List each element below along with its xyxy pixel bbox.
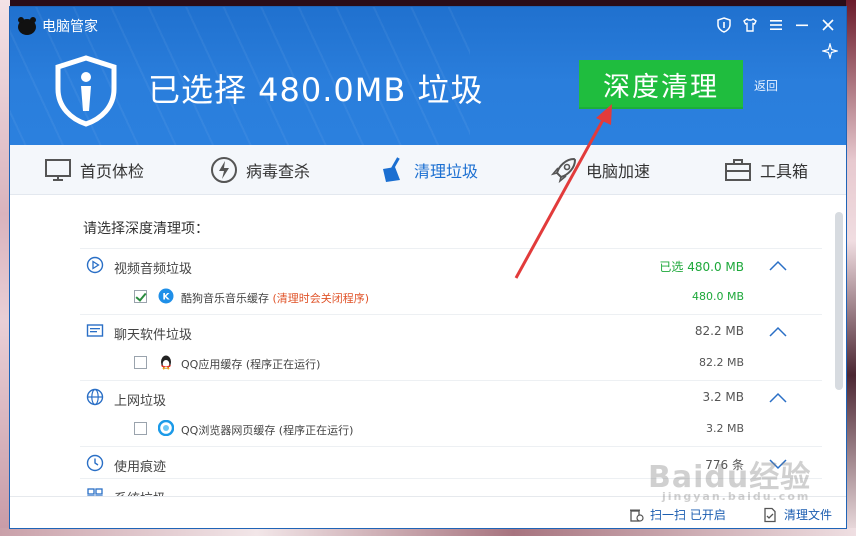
minimize-button[interactable]	[792, 15, 812, 35]
section-title: 请选择深度清理项：	[83, 221, 209, 237]
item-warning-note: (清理时会关闭程序)	[272, 292, 370, 305]
window-controls	[714, 15, 838, 35]
tshirt-icon	[743, 18, 757, 32]
category-row-video-audio[interactable]: 视频音频垃圾 已选 480.0 MB	[80, 248, 822, 280]
chevron-up-icon[interactable]	[768, 322, 788, 340]
close-button[interactable]	[818, 15, 838, 35]
category-size: 已选 480.0 MB	[659, 260, 744, 274]
deep-clean-list: 请选择深度清理项： 视频音频垃圾 已选 480.0 MB K 酷狗音乐音乐缓存 …	[10, 196, 846, 496]
nav-label: 清理垃圾	[414, 162, 479, 181]
selected-junk-headline: 已选择 480.0MB 垃圾	[148, 71, 484, 109]
clean-files-label: 清理文件	[784, 508, 833, 522]
close-icon	[822, 19, 834, 31]
minimize-icon	[796, 24, 808, 27]
nav-item-toolbox[interactable]: 工具箱	[724, 145, 808, 195]
broom-icon	[383, 157, 400, 182]
item-row-qq-cache[interactable]: QQ应用缓存 (程序正在运行) 82.2 MB	[80, 346, 822, 378]
pc-manager-window: 电脑管家 已选择 480.0MB 垃圾 深度清理 返回 首页体检 病毒查杀 清理…	[9, 6, 847, 529]
nav-label: 电脑加速	[586, 162, 651, 181]
watermark-url: jingyan.baidu.com	[662, 490, 811, 503]
clean-files-link[interactable]: 清理文件	[762, 506, 832, 523]
category-label: 使用痕迹	[114, 460, 167, 475]
shield-logo-icon	[55, 55, 117, 127]
clock-icon	[86, 454, 104, 472]
item-checkbox[interactable]	[134, 356, 147, 369]
qq-browser-icon	[158, 420, 174, 436]
category-size: 82.2 MB	[694, 324, 744, 338]
header-banner: 电脑管家 已选择 480.0MB 垃圾 深度清理 返回	[10, 7, 846, 145]
nav-label: 工具箱	[760, 162, 809, 181]
chevron-up-icon[interactable]	[768, 256, 788, 274]
category-row-chat[interactable]: 聊天软件垃圾 82.2 MB	[80, 314, 822, 346]
nav-item-home-checkup[interactable]: 首页体检	[44, 145, 144, 195]
svg-text:K: K	[163, 293, 171, 303]
item-label-text: 酷狗音乐音乐缓存	[181, 292, 269, 305]
globe-icon	[86, 388, 104, 406]
shield-small-icon	[717, 17, 731, 33]
item-checkbox[interactable]	[134, 422, 147, 435]
baidu-watermark: Baidu经验 jingyan.baidu.com	[648, 452, 811, 503]
nav-label: 首页体检	[80, 162, 145, 181]
item-size: 82.2 MB	[698, 356, 744, 369]
list-scrollbar[interactable]	[835, 212, 843, 390]
lightning-icon	[211, 157, 237, 183]
nav-item-virus-scan[interactable]: 病毒查杀	[210, 145, 310, 195]
trash-clock-icon	[630, 509, 644, 522]
desktop-background-bottom	[0, 528, 856, 536]
category-label: 系统垃圾	[114, 488, 166, 496]
category-label: 聊天软件垃圾	[114, 328, 193, 343]
category-label: 上网垃圾	[114, 394, 167, 409]
nav-item-speed-up[interactable]: 电脑加速	[550, 145, 650, 195]
category-label: 视频音频垃圾	[114, 262, 193, 277]
item-label: QQ浏览器网页缓存 (程序正在运行)	[181, 424, 354, 437]
chat-window-icon	[86, 324, 104, 337]
item-row-qq-browser-cache[interactable]: QQ浏览器网页缓存 (程序正在运行) 3.2 MB	[80, 412, 822, 444]
qq-penguin-icon	[161, 355, 171, 370]
app-logo-icon	[18, 17, 36, 35]
title-bar: 电脑管家	[16, 15, 98, 37]
scan-status-link[interactable]: 扫一扫 已开启	[628, 506, 726, 523]
monitor-icon	[45, 159, 71, 181]
category-row-internet[interactable]: 上网垃圾 3.2 MB	[80, 380, 822, 412]
nav-item-clean-junk[interactable]: 清理垃圾	[378, 145, 478, 195]
shield-menu-button[interactable]	[714, 15, 734, 35]
back-link[interactable]: 返回	[754, 77, 778, 94]
deep-clean-button[interactable]: 深度清理	[579, 60, 743, 109]
hamburger-icon	[770, 20, 782, 30]
skin-button[interactable]	[740, 15, 760, 35]
rocket-icon	[550, 157, 577, 184]
kugou-icon: K	[158, 288, 174, 304]
desktop-background-right	[846, 0, 856, 536]
play-circle-icon	[86, 256, 104, 274]
windows-icon	[87, 488, 103, 496]
file-clean-icon	[764, 507, 776, 522]
nav-label: 病毒查杀	[246, 162, 311, 181]
item-checkbox[interactable]	[134, 290, 147, 303]
app-title: 电脑管家	[42, 19, 98, 35]
item-row-kugou-cache[interactable]: K 酷狗音乐音乐缓存 (清理时会关闭程序) 480.0 MB	[80, 280, 822, 312]
item-size: 3.2 MB	[705, 422, 744, 435]
main-nav: 首页体检 病毒查杀 清理垃圾 电脑加速 工具箱	[10, 145, 846, 195]
item-label: QQ应用缓存 (程序正在运行)	[181, 358, 321, 371]
item-label: 酷狗音乐音乐缓存 (清理时会关闭程序)	[181, 290, 369, 306]
category-size: 3.2 MB	[702, 390, 744, 404]
item-size: 480.0 MB	[691, 290, 744, 303]
chevron-up-icon[interactable]	[768, 388, 788, 406]
toolbox-icon	[725, 159, 751, 181]
scan-status-label: 扫一扫 已开启	[650, 508, 726, 522]
menu-button[interactable]	[766, 15, 786, 35]
sparkle-icon[interactable]	[822, 43, 838, 59]
